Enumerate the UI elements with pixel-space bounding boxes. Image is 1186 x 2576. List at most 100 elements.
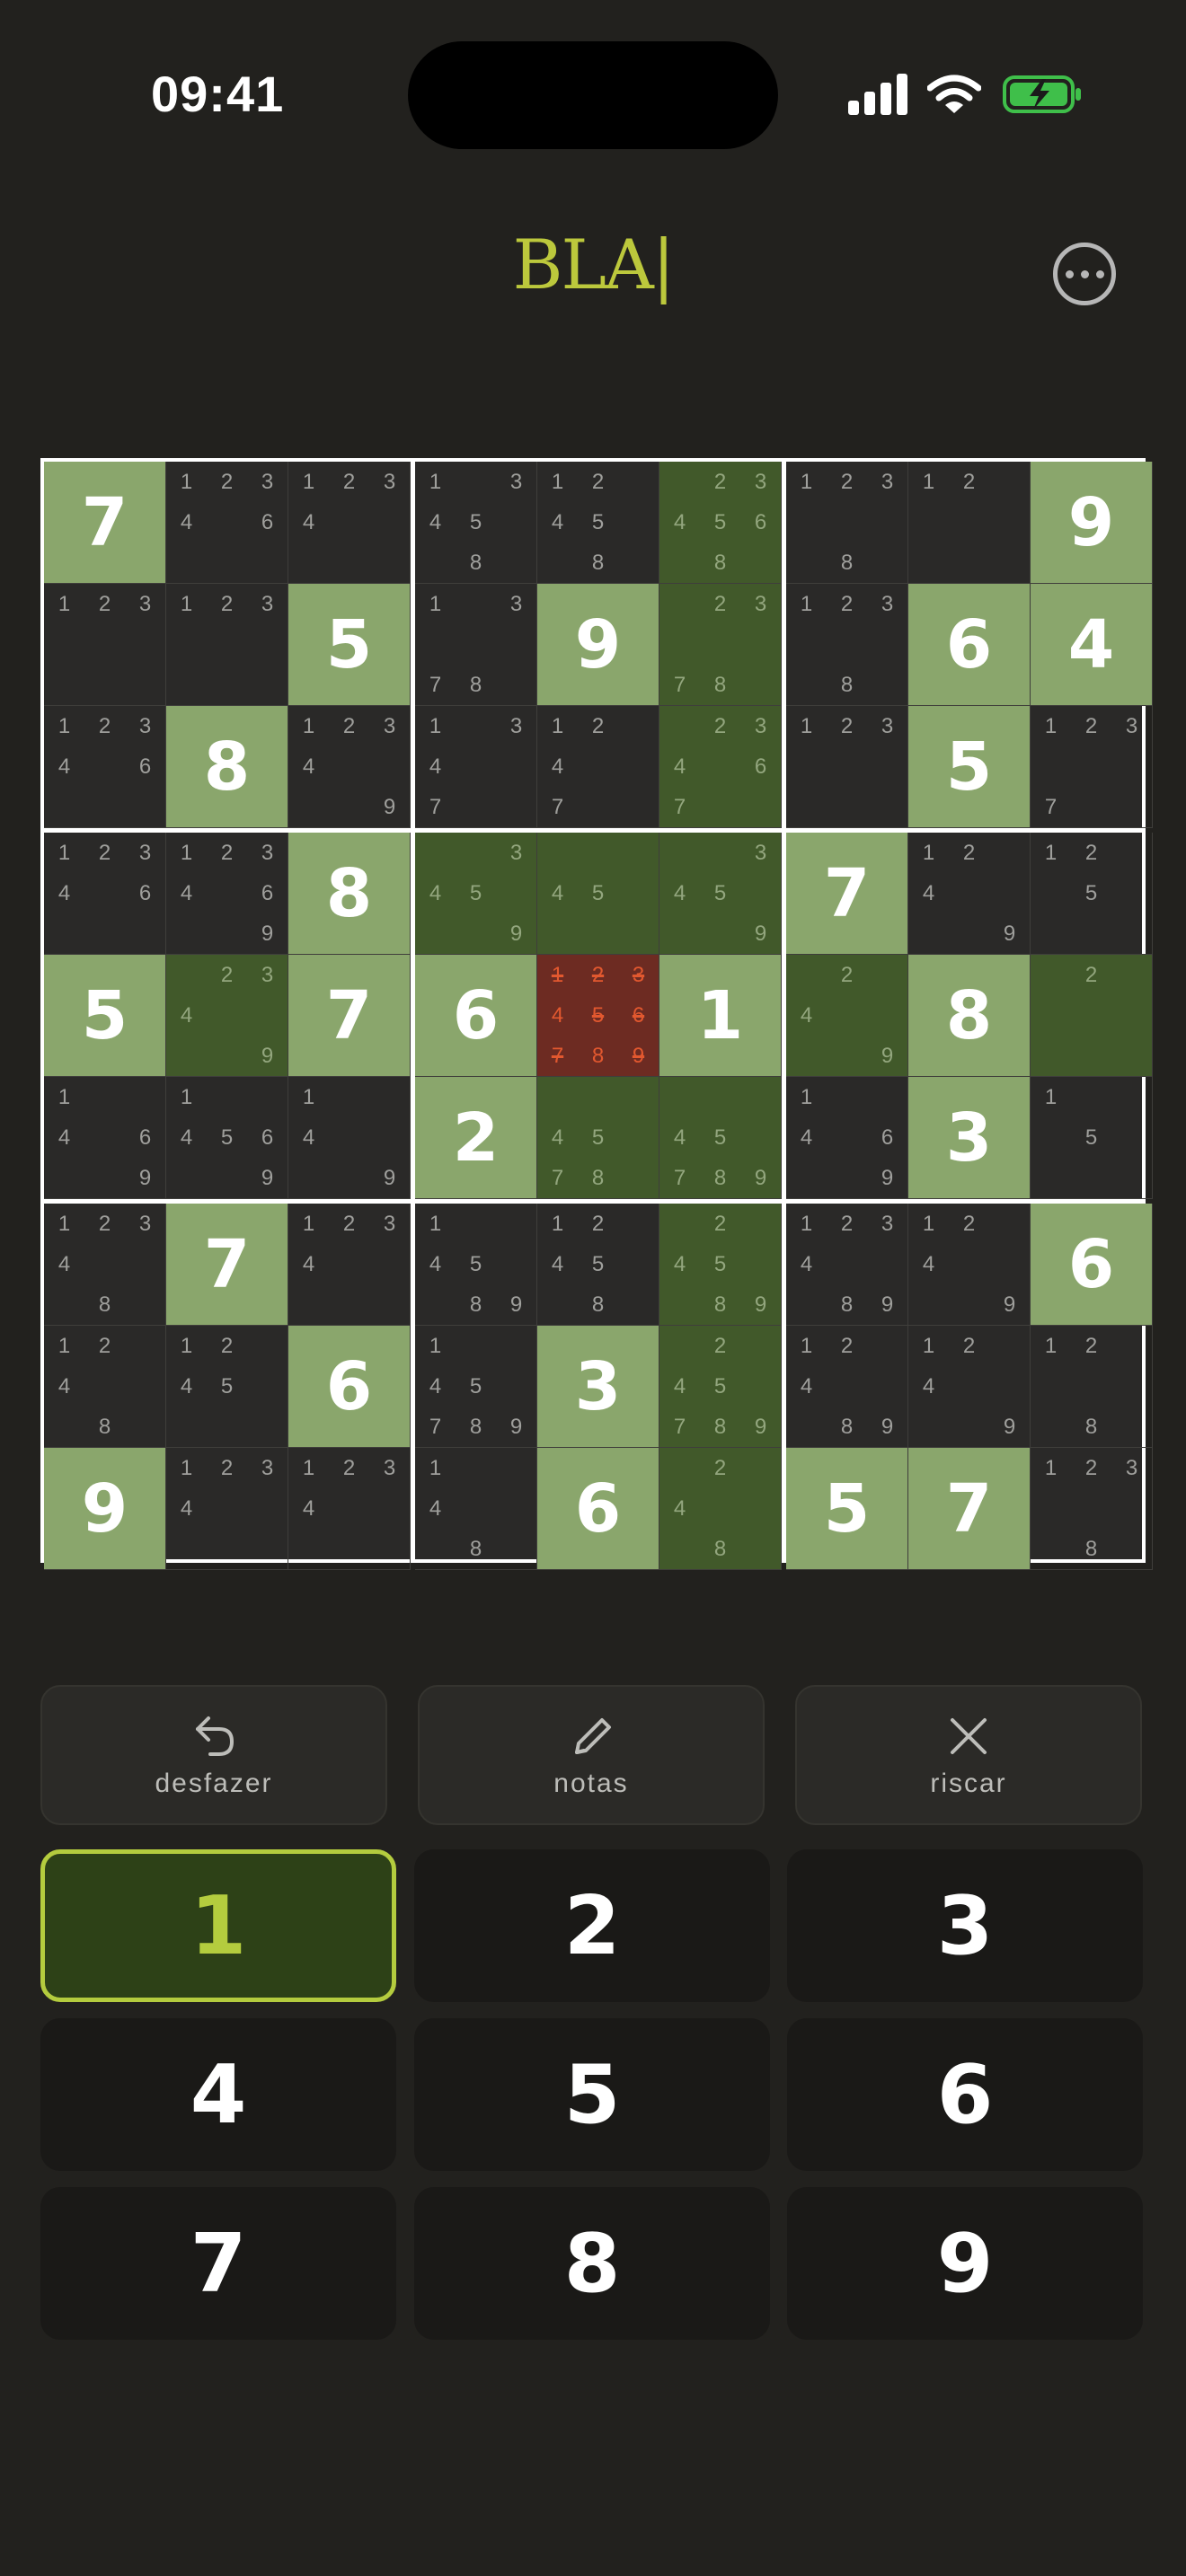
sudoku-cell-r3c4[interactable]: 1 3 4 7	[415, 706, 537, 828]
sudoku-cell-r1c9[interactable]: 9	[1031, 462, 1153, 584]
keypad-key-6[interactable]: 6	[787, 2018, 1143, 2171]
sudoku-cell-r5c9[interactable]: 2	[1031, 955, 1153, 1077]
sudoku-cell-r4c6[interactable]: 3 4 5 9	[659, 833, 782, 955]
candidate-note: 2	[840, 592, 854, 616]
sudoku-cell-r3c2[interactable]: 8	[166, 706, 288, 828]
sudoku-cell-r2c5[interactable]: 9	[537, 584, 659, 706]
sudoku-cell-r8c2[interactable]: 1 2 4 5	[166, 1326, 288, 1448]
sudoku-cell-r3c8[interactable]: 5	[908, 706, 1031, 828]
sudoku-cell-r1c2[interactable]: 1 2 3 4 6	[166, 462, 288, 584]
sudoku-cell-r4c9[interactable]: 1 2 5	[1031, 833, 1153, 955]
sudoku-cell-r8c8[interactable]: 1 2 4 9	[908, 1326, 1031, 1448]
sudoku-cell-r5c7[interactable]: 2 4 9	[786, 955, 908, 1077]
sudoku-cell-r2c8[interactable]: 6	[908, 584, 1031, 706]
sudoku-cell-r9c3[interactable]: 1 2 3 4	[288, 1448, 411, 1570]
sudoku-cell-r1c6[interactable]: 2 3 4 5 6 8	[659, 462, 782, 584]
sudoku-cell-r7c7[interactable]: 1 2 3 4 8 9	[786, 1204, 908, 1326]
sudoku-cell-r6c3[interactable]: 1 4 9	[288, 1077, 411, 1199]
sudoku-cell-r8c6[interactable]: 2 4 5 7 8 9	[659, 1326, 782, 1448]
sudoku-cell-r2c7[interactable]: 1 2 3 8	[786, 584, 908, 706]
sudoku-cell-r1c5[interactable]: 1 2 4 5 8	[537, 462, 659, 584]
sudoku-cell-r3c9[interactable]: 1 2 3 7	[1031, 706, 1153, 828]
sudoku-cell-r7c5[interactable]: 1 2 4 5 8	[537, 1204, 659, 1326]
sudoku-cell-r1c3[interactable]: 1 2 3 4	[288, 462, 411, 584]
sudoku-cell-r6c7[interactable]: 1 4 6 9	[786, 1077, 908, 1199]
sudoku-cell-r7c4[interactable]: 1 4 5 8 9	[415, 1204, 537, 1326]
sudoku-cell-r3c3[interactable]: 1 2 3 4 9	[288, 706, 411, 828]
candidate-note: 2	[98, 841, 111, 865]
sudoku-cell-r4c7[interactable]: 7	[786, 833, 908, 955]
sudoku-cell-r6c2[interactable]: 1 4 5 6 9	[166, 1077, 288, 1199]
keypad-key-5[interactable]: 5	[414, 2018, 770, 2171]
sudoku-cell-r9c7[interactable]: 5	[786, 1448, 908, 1570]
sudoku-cell-r1c4[interactable]: 1 3 4 5 8	[415, 462, 537, 584]
sudoku-cell-r2c3[interactable]: 5	[288, 584, 411, 706]
sudoku-cell-r5c2[interactable]: 2 3 4 9	[166, 955, 288, 1077]
sudoku-cell-r4c1[interactable]: 1 2 3 4 6	[44, 833, 166, 955]
sudoku-cell-r8c7[interactable]: 1 2 4 8 9	[786, 1326, 908, 1448]
sudoku-cell-r5c6[interactable]: 1	[659, 955, 782, 1077]
keypad-key-3[interactable]: 3	[787, 1849, 1143, 2002]
keypad-key-1[interactable]: 1	[40, 1849, 396, 2002]
erase-button[interactable]: riscar	[795, 1685, 1142, 1825]
sudoku-cell-r2c6[interactable]: 2 3 7 8	[659, 584, 782, 706]
sudoku-cell-r2c2[interactable]: 1 2 3	[166, 584, 288, 706]
sudoku-cell-r8c1[interactable]: 1 2 4 8	[44, 1326, 166, 1448]
sudoku-cell-r1c1[interactable]: 7	[44, 462, 166, 584]
candidate-note: 9	[754, 1415, 767, 1439]
sudoku-cell-r4c5[interactable]: 45	[537, 833, 659, 955]
sudoku-cell-r9c8[interactable]: 7	[908, 1448, 1031, 1570]
sudoku-cell-r7c3[interactable]: 1 2 3 4	[288, 1204, 411, 1326]
sudoku-cell-r5c4[interactable]: 6	[415, 955, 537, 1077]
sudoku-cell-r8c5[interactable]: 3	[537, 1326, 659, 1448]
keypad-key-9[interactable]: 9	[787, 2187, 1143, 2340]
sudoku-cell-r1c8[interactable]: 12	[908, 462, 1031, 584]
sudoku-cell-r9c4[interactable]: 1 4 8	[415, 1448, 537, 1570]
sudoku-cell-r2c9[interactable]: 4	[1031, 584, 1153, 706]
sudoku-cell-r5c3[interactable]: 7	[288, 955, 411, 1077]
sudoku-cell-r3c6[interactable]: 2 3 4 6 7	[659, 706, 782, 828]
sudoku-cell-r6c8[interactable]: 3	[908, 1077, 1031, 1199]
sudoku-cell-r9c1[interactable]: 9	[44, 1448, 166, 1570]
sudoku-cell-r7c1[interactable]: 1 2 3 4 8	[44, 1204, 166, 1326]
candidate-note: 2	[1084, 1334, 1098, 1358]
sudoku-cell-r5c8[interactable]: 8	[908, 955, 1031, 1077]
sudoku-cell-r4c2[interactable]: 1 2 3 4 6 9	[166, 833, 288, 955]
sudoku-cell-r9c5[interactable]: 6	[537, 1448, 659, 1570]
candidate-note: 3	[383, 1456, 396, 1480]
sudoku-cell-r6c9[interactable]: 15	[1031, 1077, 1153, 1199]
sudoku-cell-r8c9[interactable]: 1 2 8	[1031, 1326, 1153, 1448]
sudoku-cell-r7c9[interactable]: 6	[1031, 1204, 1153, 1326]
undo-button[interactable]: desfazer	[40, 1685, 387, 1825]
sudoku-cell-r9c9[interactable]: 1 2 3 8	[1031, 1448, 1153, 1570]
sudoku-cell-r6c6[interactable]: 4 5 7 8 9	[659, 1077, 782, 1199]
sudoku-cell-r2c4[interactable]: 1 3 7 8	[415, 584, 537, 706]
sudoku-cell-r2c1[interactable]: 1 2 3	[44, 584, 166, 706]
sudoku-cell-r1c7[interactable]: 1 2 3 8	[786, 462, 908, 584]
sudoku-cell-r5c1[interactable]: 5	[44, 955, 166, 1077]
sudoku-cell-r8c4[interactable]: 1 4 5 7 8 9	[415, 1326, 537, 1448]
keypad-key-4[interactable]: 4	[40, 2018, 396, 2171]
sudoku-cell-r7c8[interactable]: 1 2 4 9	[908, 1204, 1031, 1326]
sudoku-cell-r9c6[interactable]: 2 4 8	[659, 1448, 782, 1570]
sudoku-cell-r4c4[interactable]: 3 4 5 9	[415, 833, 537, 955]
sudoku-cell-r6c5[interactable]: 4 5 7 8	[537, 1077, 659, 1199]
sudoku-cell-r9c2[interactable]: 1 2 3 4	[166, 1448, 288, 1570]
keypad-key-2[interactable]: 2	[414, 1849, 770, 2002]
sudoku-cell-r3c1[interactable]: 1 2 3 4 6	[44, 706, 166, 828]
keypad-key-7[interactable]: 7	[40, 2187, 396, 2340]
sudoku-cell-r7c2[interactable]: 7	[166, 1204, 288, 1326]
candidate-note: 2	[220, 1334, 234, 1358]
sudoku-cell-r8c3[interactable]: 6	[288, 1326, 411, 1448]
notes-button[interactable]: notas	[418, 1685, 765, 1825]
sudoku-cell-r3c7[interactable]: 1 2 3	[786, 706, 908, 828]
sudoku-cell-r3c5[interactable]: 1 2 4 7	[537, 706, 659, 828]
keypad-key-8[interactable]: 8	[414, 2187, 770, 2340]
sudoku-cell-r7c6[interactable]: 2 4 5 8 9	[659, 1204, 782, 1326]
sudoku-cell-r6c1[interactable]: 1 4 6 9	[44, 1077, 166, 1199]
sudoku-cell-r5c5[interactable]: 1 2 3 4 5 6 7 8 9	[537, 955, 659, 1077]
sudoku-cell-r4c8[interactable]: 1 2 4 9	[908, 833, 1031, 955]
sudoku-cell-r6c4[interactable]: 2	[415, 1077, 537, 1199]
more-options-button[interactable]	[1053, 243, 1116, 305]
sudoku-cell-r4c3[interactable]: 8	[288, 833, 411, 955]
